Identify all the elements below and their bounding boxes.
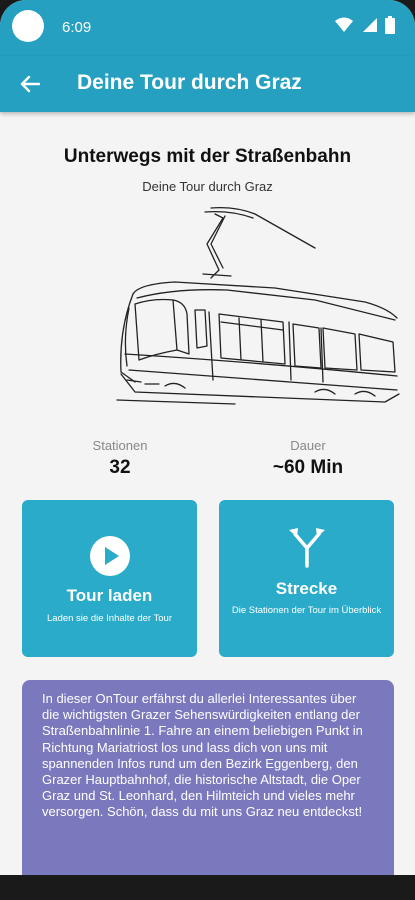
tour-content: Unterwegs mit der Straßenbahn Deine Tour…: [0, 112, 415, 890]
tour-heading: Unterwegs mit der Straßenbahn: [63, 146, 352, 167]
status-icons: [335, 16, 395, 34]
duration-value: ~60 Min: [272, 457, 344, 478]
route-card[interactable]: Strecke Die Stationen der Tour im Überbl…: [219, 500, 394, 657]
back-button[interactable]: [14, 68, 46, 100]
status-time: 6:09: [62, 19, 92, 36]
stations-label: Stationen: [92, 438, 148, 453]
route-split-icon: [289, 528, 325, 568]
status-bar: 6:09: [0, 0, 415, 56]
play-circle-icon: [90, 536, 130, 576]
load-tour-card[interactable]: Tour laden Laden sie die Inhalte der Tou…: [22, 500, 197, 657]
tram-illustration: [116, 206, 400, 405]
tour-subheading: Deine Tour durch Graz: [142, 179, 273, 194]
stations-value: 32: [109, 457, 131, 478]
phone-screen: 6:09 Deine Tour durch Graz Unterwegs mit…: [0, 0, 415, 900]
load-tour-title: Tour laden: [66, 586, 153, 605]
app-bar-title: Deine Tour durch Graz: [77, 71, 302, 94]
navigation-bar: [0, 875, 415, 900]
route-description: Die Stationen der Tour im Überblick: [231, 605, 382, 616]
battery-icon: [385, 16, 395, 34]
wifi-icon: [335, 17, 353, 32]
route-title: Strecke: [275, 579, 338, 598]
load-tour-description: Laden sie die Inhalte der Tour: [47, 613, 172, 624]
arrow-left-icon: [20, 75, 40, 93]
signal-icon: [363, 18, 377, 32]
tour-description-box: In dieser OnTour erfährst du allerlei In…: [22, 680, 394, 890]
camera-cutout: [12, 10, 44, 42]
app-bar: Deine Tour durch Graz: [0, 56, 415, 112]
duration-label: Dauer: [290, 438, 326, 453]
